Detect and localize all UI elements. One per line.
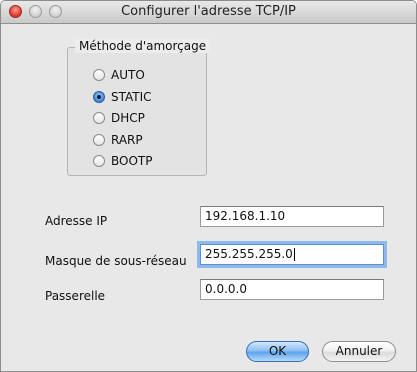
text-cursor [293,248,295,261]
subnet-mask-label: Masque de sous-réseau [45,254,187,268]
radio-label: AUTO [111,68,145,82]
tcp-ip-dialog: Configurer l'adresse TCP/IP [0,0,417,372]
radio-label: STATIC [111,90,152,104]
radio-button-icon[interactable] [93,155,105,167]
gateway-label: Passerelle [45,289,106,303]
subnet-mask-field[interactable]: 255.255.255.0 [197,241,387,268]
ip-address-label: Adresse IP [45,214,108,228]
ip-address-value: 192.168.1.10 [205,209,286,223]
boot-method-legend: Méthode d'amorçage [75,39,211,53]
radio-label: BOOTP [111,154,153,168]
radio-button-icon[interactable] [93,134,105,146]
cancel-button[interactable]: Annuler [322,341,396,362]
gateway-field[interactable]: 0.0.0.0 [200,279,384,300]
ok-button[interactable]: OK [246,341,309,362]
title-bar: Configurer l'adresse TCP/IP [1,1,416,24]
window-title: Configurer l'adresse TCP/IP [121,4,296,19]
radio-label: DHCP [111,111,145,125]
subnet-mask-value: 255.255.255.0 [205,247,293,261]
radio-button-icon[interactable] [93,69,105,81]
radio-button-icon[interactable] [93,112,105,124]
ip-address-field[interactable]: 192.168.1.10 [200,206,384,227]
radio-button-selected-icon[interactable] [93,91,105,103]
gateway-value: 0.0.0.0 [205,282,247,296]
radio-label: RARP [111,133,143,147]
